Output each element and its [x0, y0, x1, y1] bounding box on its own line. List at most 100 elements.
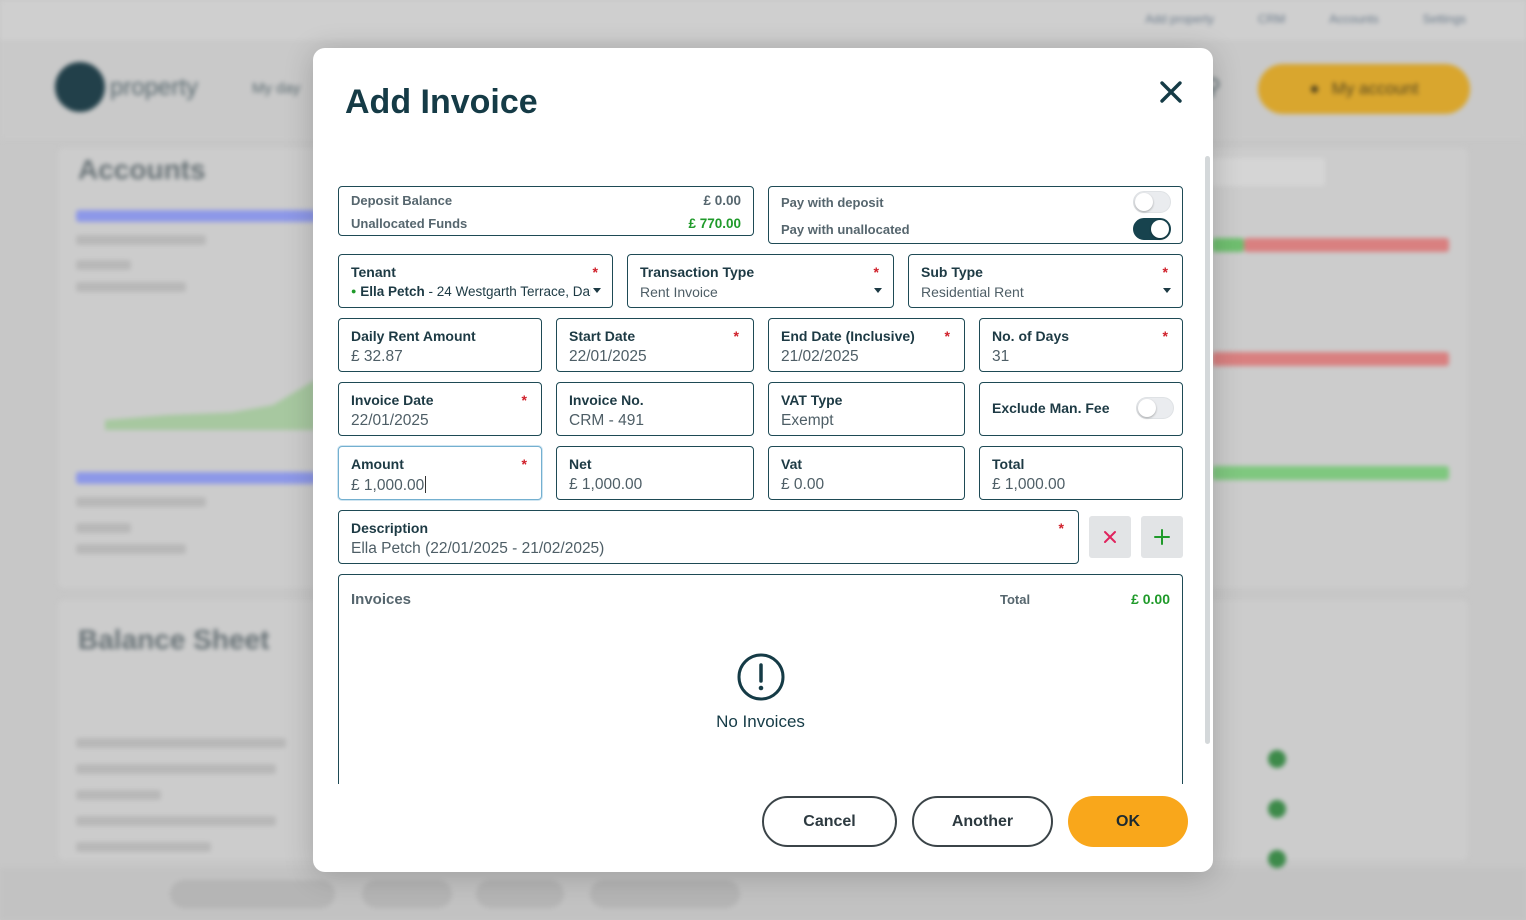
invoices-total-label: Total [1000, 592, 1031, 607]
vat-label: Vat [781, 456, 803, 472]
add-line-button[interactable] [1141, 516, 1183, 558]
dialog-title: Add Invoice [345, 83, 538, 121]
add-invoice-dialog: Add Invoice Deposit Balance £ 0.00 Unall… [313, 48, 1213, 872]
account-line [76, 282, 186, 292]
top-link: CRM [1257, 12, 1286, 26]
vat-type-value: Exempt [781, 412, 834, 429]
deposit-balance-label: Deposit Balance [351, 193, 453, 208]
bg-bar [1244, 238, 1449, 252]
tenant-select[interactable]: Tenant * ● Ella Petch - 24 Westgarth Ter… [338, 254, 613, 308]
bg-bar [1212, 352, 1449, 366]
account-line [76, 523, 131, 533]
tenant-name: Ella Petch [360, 284, 425, 299]
net-value: £ 1,000.00 [569, 476, 643, 493]
required-marker: * [592, 264, 598, 280]
account-label: My account [1331, 79, 1419, 98]
required-marker: * [1058, 520, 1064, 536]
clear-button[interactable] [1089, 516, 1131, 558]
transaction-type-label: Transaction Type [640, 264, 755, 280]
num-days-value: 31 [992, 348, 1010, 365]
text-cursor [425, 476, 427, 493]
daily-rent-label: Daily Rent Amount [351, 328, 476, 344]
plus-icon [1154, 529, 1170, 545]
bg-line [76, 816, 276, 826]
clear-icon [1104, 531, 1116, 543]
pay-with-unallocated-toggle[interactable] [1133, 218, 1171, 240]
required-marker: * [873, 264, 879, 280]
account-line [76, 544, 186, 554]
invoice-date-label: Invoice Date [351, 392, 434, 408]
vat-type-label: VAT Type [781, 392, 843, 408]
bg-line [76, 790, 161, 800]
sub-type-select[interactable]: Sub Type * Residential Rent [908, 254, 1183, 308]
logo-text: property [110, 74, 199, 101]
end-date-field[interactable]: End Date (Inclusive) * 21/02/2025 [768, 318, 965, 372]
net-field[interactable]: Net £ 1,000.00 [556, 446, 754, 500]
payment-options-box: Pay with deposit Pay with unallocated [768, 186, 1183, 244]
deposit-balance-value: £ 0.00 [703, 193, 741, 208]
vat-field[interactable]: Vat £ 0.00 [768, 446, 965, 500]
logo-icon [55, 62, 105, 112]
account-link [76, 210, 316, 222]
net-label: Net [569, 456, 592, 472]
required-marker: * [944, 328, 950, 344]
exclude-fee-box: Exclude Man. Fee [979, 382, 1183, 436]
bg-bar [1212, 466, 1449, 480]
end-date-value: 21/02/2025 [781, 348, 859, 365]
balance-heading: Balance Sheet [78, 624, 270, 655]
account-line [76, 497, 206, 507]
amount-field[interactable]: Amount * £ 1,000.00 [338, 446, 542, 500]
transaction-type-select[interactable]: Transaction Type * Rent Invoice [627, 254, 894, 308]
vat-type-field[interactable]: VAT Type Exempt [768, 382, 965, 436]
close-button[interactable] [1153, 74, 1189, 110]
ok-button[interactable]: OK [1068, 796, 1188, 847]
account-line [76, 235, 206, 245]
bottom-pill [170, 880, 335, 908]
description-field[interactable]: Description * Ella Petch (22/01/2025 - 2… [338, 510, 1079, 564]
top-link: Settings [1422, 12, 1466, 26]
account-line [76, 260, 131, 270]
toggle-knob [1138, 399, 1156, 417]
required-marker: * [733, 328, 739, 344]
daily-rent-field[interactable]: Daily Rent Amount £ 32.87 [338, 318, 542, 372]
bg-line [76, 738, 286, 748]
accounts-heading: Accounts [78, 154, 206, 185]
chevron-down-icon [593, 288, 601, 293]
pay-with-deposit-toggle[interactable] [1133, 191, 1171, 213]
sub-type-value: Residential Rent [921, 284, 1024, 300]
pay-with-unallocated-label: Pay with unallocated [781, 222, 910, 237]
invoices-total-value: £ 0.00 [1131, 591, 1170, 607]
amount-value: £ 1,000.00 [351, 477, 425, 494]
num-days-field[interactable]: No. of Days * 31 [979, 318, 1183, 372]
end-date-label: End Date (Inclusive) [781, 328, 915, 344]
amount-value-wrap: £ 1,000.00 [351, 476, 427, 495]
status-dot-icon: ● [351, 286, 357, 296]
bottom-pill [590, 880, 740, 908]
daily-rent-value: £ 32.87 [351, 348, 403, 365]
invoices-title: Invoices [351, 591, 412, 608]
start-date-field[interactable]: Start Date * 22/01/2025 [556, 318, 754, 372]
bg-dot [1268, 800, 1286, 818]
cancel-button[interactable]: Cancel [762, 796, 897, 847]
another-button[interactable]: Another [912, 796, 1053, 847]
total-field[interactable]: Total £ 1,000.00 [979, 446, 1183, 500]
invoice-no-label: Invoice No. [569, 392, 644, 408]
nav-item: My day [252, 80, 301, 97]
invoice-no-value: CRM - 491 [569, 412, 644, 429]
scrollbar[interactable] [1205, 156, 1210, 744]
start-date-label: Start Date [569, 328, 636, 344]
total-value: £ 1,000.00 [992, 476, 1066, 493]
tenant-label: Tenant [351, 264, 396, 280]
account-link [76, 472, 316, 484]
transaction-type-value: Rent Invoice [640, 284, 718, 300]
required-marker: * [521, 456, 527, 472]
exclude-fee-toggle[interactable] [1136, 397, 1174, 419]
chevron-down-icon [874, 288, 882, 293]
toggle-knob [1151, 220, 1169, 238]
tenant-value: ● Ella Petch - 24 Westgarth Terrace, Dar… [351, 284, 591, 299]
invoice-no-field[interactable]: Invoice No. CRM - 491 [556, 382, 754, 436]
num-days-label: No. of Days [992, 328, 1070, 344]
bg-input [1210, 158, 1325, 186]
invoice-date-field[interactable]: Invoice Date * 22/01/2025 [338, 382, 542, 436]
balances-box: Deposit Balance £ 0.00 Unallocated Funds… [338, 186, 754, 236]
